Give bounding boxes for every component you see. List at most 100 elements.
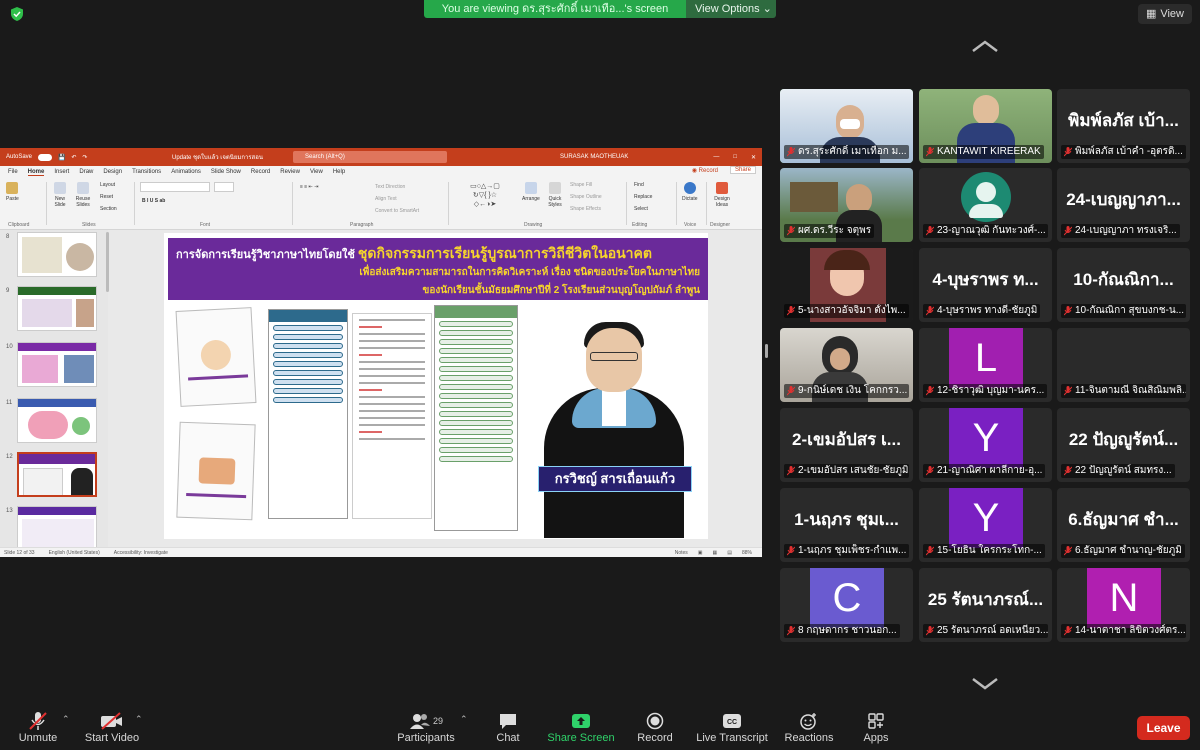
language-status[interactable]: English (United States) — [49, 550, 100, 556]
undo-icon[interactable]: ↶ — [72, 154, 77, 161]
unmute-button[interactable]: Unmute — [16, 710, 60, 744]
zoom-level[interactable]: 88% — [742, 550, 752, 556]
font-size-select[interactable] — [214, 182, 234, 192]
participant-tile[interactable]: N 14-นาตาชา ลิขิตวงศ์ตร... — [1057, 568, 1190, 642]
slide-thumbnail-9[interactable] — [17, 286, 97, 331]
layout-button[interactable]: Layout — [100, 182, 115, 188]
font-family-select[interactable] — [140, 182, 210, 192]
shared-screen[interactable]: AutoSave 💾 ↶ ↷ Update ชุดใบแล้ว เจตนิยมก… — [0, 148, 762, 557]
accessibility-status[interactable]: Accessibility: Investigate — [114, 550, 168, 556]
split-resize-handle[interactable] — [765, 344, 768, 358]
ppt-share-button[interactable]: Share — [729, 166, 756, 174]
participant-tile[interactable]: 4-บุษราพร ท... 4-บุษราพร ทางดี-ชัยภูมิ — [919, 248, 1052, 322]
slide-thumbnail-13[interactable] — [17, 506, 97, 551]
new-slide-button[interactable]: New Slide — [50, 182, 70, 208]
participant-tile[interactable]: ดร.สุระศักดิ์ เมาเทือก ม... — [780, 89, 913, 163]
quick-styles-button[interactable]: Quick Styles — [546, 182, 564, 208]
minimize-icon[interactable]: — — [713, 154, 719, 161]
find-button[interactable]: Find — [634, 182, 644, 188]
save-icon[interactable]: 💾 — [58, 154, 65, 161]
participant-tile[interactable]: 23-ญาณวุฒิ กันทะวงศ์-... — [919, 168, 1052, 242]
view-sorter-icon[interactable]: ▦ — [713, 550, 718, 556]
close-icon[interactable]: ✕ — [751, 154, 756, 161]
select-button[interactable]: Select — [634, 206, 648, 212]
reset-button[interactable]: Reset — [100, 194, 113, 200]
participant-tile[interactable]: 5-นางสาวอัจจิมา ตั้งไพ... — [780, 248, 913, 322]
leave-button[interactable]: Leave — [1137, 716, 1190, 740]
shield-icon[interactable] — [10, 7, 24, 21]
menu-review[interactable]: Review — [280, 169, 300, 175]
shape-fill-button[interactable]: Shape Fill — [570, 182, 592, 188]
participants-button[interactable]: 29 Participants — [394, 710, 458, 744]
live-transcript-button[interactable]: CC Live Transcript — [694, 710, 770, 744]
slide-thumbnail-12[interactable] — [17, 452, 97, 497]
menu-insert[interactable]: Insert — [54, 169, 69, 175]
share-screen-button[interactable]: Share Screen — [547, 710, 615, 744]
view-normal-icon[interactable]: ▣ — [698, 550, 703, 556]
participant-tile[interactable]: 6.ธัญมาศ ชำ... 6.ธัญมาศ ชำนาญ-ชัยภูมิ — [1057, 488, 1190, 562]
menu-transitions[interactable]: Transitions — [132, 169, 161, 175]
reactions-button[interactable]: Reactions — [782, 710, 836, 744]
chevron-up-icon[interactable] — [970, 38, 1000, 54]
menu-view[interactable]: View — [310, 169, 323, 175]
participant-tile[interactable]: 22 ปัญญูรัตน์... 22 ปัญญูรัตน์ สมทรง... — [1057, 408, 1190, 482]
record-button[interactable]: Record — [634, 710, 676, 744]
participant-tile[interactable]: KANTAWIT KIREERAK — [919, 89, 1052, 163]
slide-thumbnails-pane[interactable]: 8 9 10 11 12 13 — [0, 230, 108, 551]
participant-tile[interactable]: 11-จินตามณี จิณสิณิมพลิ... — [1057, 328, 1190, 402]
participant-tile[interactable]: C 8 กฤษดากร ชาวนอก... — [780, 568, 913, 642]
participant-tile[interactable]: ผศ.ดร.วีระ จตุพร — [780, 168, 913, 242]
shape-outline-button[interactable]: Shape Outline — [570, 194, 602, 200]
slide-thumbnail-11[interactable] — [17, 398, 97, 443]
participant-tile[interactable]: 9-กนิษ์เดช เงิน โคกกรว... — [780, 328, 913, 402]
dictate-button[interactable]: Dictate — [682, 182, 698, 202]
menu-slide-show[interactable]: Slide Show — [211, 169, 241, 175]
participant-tile[interactable]: Y 15-โยธิน ใครกระโทก-... — [919, 488, 1052, 562]
participant-tile[interactable]: 10-กัณณิกา... 10-กัณณิกา สุขบงกช-น... — [1057, 248, 1190, 322]
maximize-icon[interactable]: □ — [733, 154, 737, 161]
view-button[interactable]: ▦ View — [1137, 4, 1192, 24]
paste-button[interactable]: Paste — [6, 182, 19, 202]
apps-button[interactable]: Apps — [858, 710, 894, 744]
menu-draw[interactable]: Draw — [79, 169, 93, 175]
menu-home[interactable]: Home — [27, 169, 45, 176]
bullets-button[interactable]: ≡ ≡ ⇤ ⇥ — [300, 184, 318, 190]
thumbnail-scrollbar[interactable] — [106, 232, 109, 292]
arrange-button[interactable]: Arrange — [522, 182, 540, 202]
participant-tile[interactable]: 2-เขมอัปสร เ... 2-เขมอัปสร เสนชัย-ชัยภูม… — [780, 408, 913, 482]
shape-effects-button[interactable]: Shape Effects — [570, 206, 601, 212]
design-ideas-button[interactable]: Design Ideas — [710, 182, 734, 208]
participant-tile[interactable]: 24-เบญญาภา... 24-เบญญาภา ทรงเจริ... — [1057, 168, 1190, 242]
menu-record[interactable]: Record — [251, 169, 270, 175]
menu-design[interactable]: Design — [103, 169, 122, 175]
participant-tile[interactable]: L 12-ชิราวุฒิ บุญมา-นคร... — [919, 328, 1052, 402]
video-options-caret[interactable]: ⌃ — [135, 714, 143, 725]
redo-icon[interactable]: ↷ — [83, 154, 88, 161]
replace-button[interactable]: Replace — [634, 194, 652, 200]
participants-options-caret[interactable]: ⌃ — [460, 714, 468, 725]
ppt-search-box[interactable]: Search (Alt+Q) — [293, 151, 447, 163]
chevron-down-icon[interactable] — [970, 676, 1000, 692]
start-video-button[interactable]: Start Video — [82, 710, 142, 744]
section-button[interactable]: Section — [100, 206, 117, 212]
menu-help[interactable]: Help — [333, 169, 345, 175]
ppt-user-name[interactable]: SURASAK MAOTHEUAK — [560, 154, 628, 160]
notes-button[interactable]: Notes — [675, 550, 688, 556]
shapes-gallery[interactable]: ▭○△→▢ ↻▽{ }☆ ◇←◑➤ — [454, 182, 516, 212]
view-reading-icon[interactable]: ▤ — [727, 550, 732, 556]
slide-thumbnail-8[interactable] — [17, 232, 97, 277]
participant-tile[interactable]: 25 รัตนาภรณ์... 25 รัตนาภรณ์ อดเหนียว... — [919, 568, 1052, 642]
document-name[interactable]: Update ชุดใบแล้ว เจตนิยมการสอน — [172, 152, 263, 162]
text-direction-button[interactable]: Text Direction — [375, 184, 405, 190]
menu-file[interactable]: File — [8, 169, 18, 175]
align-text-button[interactable]: Align Text — [375, 196, 397, 202]
view-options-button[interactable]: View Options ⌄ — [686, 0, 776, 18]
participant-tile[interactable]: 1-นฤภร ชุมเ... 1-นฤภร ชุมเพ็ชร-กำแพ... — [780, 488, 913, 562]
chat-button[interactable]: Chat — [490, 710, 526, 744]
slide-canvas[interactable]: การจัดการเรียนรู้วิชาภาษาไทยโดยใช้ ชุดกิ… — [164, 233, 708, 539]
participant-tile[interactable]: Y 21-ญาณิศา ผาลีกาย-อุ... — [919, 408, 1052, 482]
slide-thumbnail-10[interactable] — [17, 342, 97, 387]
participant-tile[interactable]: พิมพ์ลภัส เบ้า... พิมพ์ลภัส เบ้าคำ -อุตร… — [1057, 89, 1190, 163]
bold-button[interactable]: B I U S ab — [142, 198, 165, 204]
menu-animations[interactable]: Animations — [171, 169, 201, 175]
